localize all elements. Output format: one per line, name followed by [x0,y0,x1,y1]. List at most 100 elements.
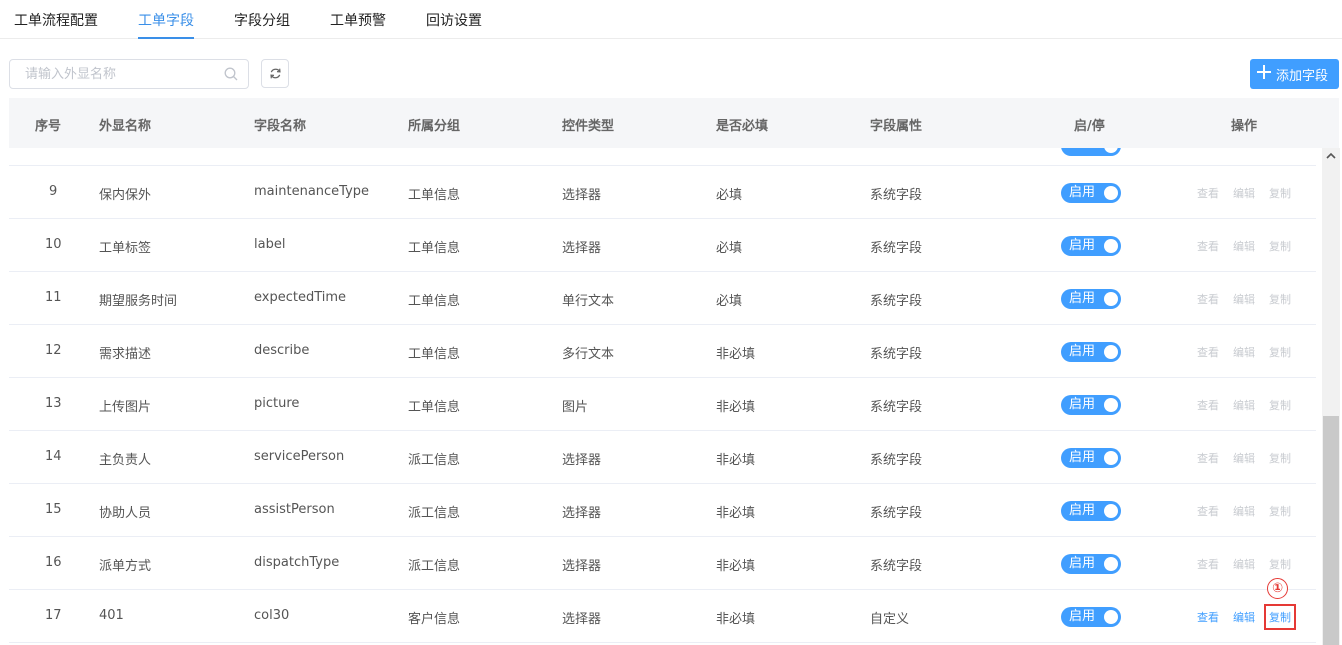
status-toggle[interactable] [1061,148,1121,156]
view-button[interactable]: 查看 [1197,450,1219,466]
cell-required: 非必填 [716,453,756,468]
edit-button[interactable]: 编辑 [1233,344,1255,360]
cell-group: 工单信息 [408,400,461,415]
status-toggle[interactable]: 启用 [1061,554,1121,574]
toggle-knob [1104,504,1118,518]
toggle-knob [1104,148,1118,153]
copy-button[interactable]: 复制 [1269,344,1291,360]
copy-button[interactable]: 复制 [1269,503,1291,519]
cell-field-name: maintenanceType [254,184,370,199]
search-box [9,59,249,89]
status-toggle-label: 启用 [1069,450,1096,465]
tab-return-visit-settings[interactable]: 回访设置 [426,10,482,39]
add-field-button[interactable]: 添加字段 [1250,59,1339,89]
cell-display-name: 需求描述 [99,347,152,362]
status-toggle[interactable]: 启用 [1061,607,1121,627]
cell-required: 必填 [716,241,743,256]
edit-button[interactable]: 编辑 [1233,291,1255,307]
cell-index: 14 [45,449,62,464]
status-toggle[interactable]: 启用 [1061,289,1121,309]
toggle-knob [1104,345,1118,359]
add-field-label: 添加字段 [1276,69,1329,84]
edit-button[interactable]: 编辑 [1233,556,1255,572]
cell-required: 必填 [716,294,743,309]
status-toggle-label: 启用 [1069,397,1096,412]
tab-work-order-fields[interactable]: 工单字段 [138,10,194,39]
edit-button[interactable]: 编辑 [1233,609,1255,625]
cell-attribute: 系统字段 [870,506,923,521]
copy-button[interactable]: 复制 [1269,291,1291,307]
view-button[interactable]: 查看 [1197,291,1219,307]
copy-button[interactable]: 复制 [1269,556,1291,572]
status-toggle[interactable]: 启用 [1061,183,1121,203]
copy-button[interactable]: 复制 [1264,604,1296,630]
toggle-knob [1104,557,1118,571]
view-button[interactable]: 查看 [1197,503,1219,519]
table-row: 15 协助人员 assistPerson 派工信息 选择器 非必填 系统字段 启用 查看 编辑… [9,484,1316,537]
cell-group: 派工信息 [408,559,461,574]
view-button[interactable]: 查看 [1197,397,1219,413]
cell-group: 派工信息 [408,506,461,521]
edit-button[interactable]: 编辑 [1233,185,1255,201]
status-toggle[interactable]: 启用 [1061,501,1121,521]
view-button[interactable]: 查看 [1197,344,1219,360]
status-toggle-label: 启用 [1069,503,1096,518]
tab-workflow-config[interactable]: 工单流程配置 [14,10,98,39]
cell-display-name: 期望服务时间 [99,294,178,309]
status-toggle[interactable]: 启用 [1061,236,1121,256]
cell-index: 11 [45,290,62,305]
cell-attribute: 系统字段 [870,188,923,203]
cell-field-name: picture [254,396,300,411]
cell-display-name: 上传图片 [99,400,152,415]
status-toggle-label: 启用 [1069,291,1096,306]
toggle-knob [1104,239,1118,253]
cell-index: 10 [45,237,62,252]
status-toggle[interactable]: 启用 [1061,395,1121,415]
cell-display-name: 401 [99,608,124,623]
scroll-up-arrow-icon[interactable] [1322,148,1340,164]
copy-button[interactable]: 复制 [1269,397,1291,413]
copy-button[interactable]: 复制 [1269,238,1291,254]
tab-work-order-alerts[interactable]: 工单预警 [330,10,386,39]
copy-button[interactable]: 复制 [1269,185,1291,201]
status-toggle[interactable]: 启用 [1061,448,1121,468]
table-row [9,148,1316,166]
cell-group: 工单信息 [408,188,461,203]
table-body: 9 保内保外 maintenanceType 工单信息 选择器 必填 系统字段 启用 查看编… [9,148,1316,645]
edit-button[interactable]: 编辑 [1233,238,1255,254]
refresh-icon [270,68,281,79]
view-button[interactable]: 查看 [1197,238,1219,254]
cell-index: 15 [45,502,62,517]
cell-index: 13 [45,396,62,411]
table-row: 9 保内保外 maintenanceType 工单信息 选择器 必填 系统字段 启用 查看编… [9,166,1316,219]
status-toggle-label: 启用 [1069,556,1096,571]
table-row: 17 401 col30 客户信息 选择器 非必填 自定义 启用 查看 编辑 复制 [9,590,1316,643]
col-required: 是否必填 [716,119,769,134]
col-display-name: 外显名称 [99,119,152,134]
table-row: 10 工单标签 label 工单信息 选择器 必填 系统字段 启用 查看 编辑 复制 [9,219,1316,272]
status-toggle[interactable]: 启用 [1061,342,1121,362]
cell-attribute: 系统字段 [870,453,923,468]
status-toggle-label: 启用 [1069,344,1096,359]
copy-button[interactable]: 复制 [1269,450,1291,466]
cell-field-name: expectedTime [254,290,347,305]
search-input[interactable] [25,60,225,88]
cell-group: 工单信息 [408,294,461,309]
view-button[interactable]: 查看 [1197,609,1219,625]
col-group: 所属分组 [408,119,461,134]
edit-button[interactable]: 编辑 [1233,503,1255,519]
tab-field-groups[interactable]: 字段分组 [234,10,290,39]
scrollbar-thumb[interactable] [1323,416,1339,645]
view-button[interactable]: 查看 [1197,185,1219,201]
edit-button[interactable]: 编辑 [1233,450,1255,466]
search-icon[interactable] [224,67,238,81]
toggle-knob [1104,610,1118,624]
refresh-button[interactable] [261,59,289,88]
cell-attribute: 系统字段 [870,347,923,362]
col-attribute: 字段属性 [870,119,923,134]
cell-display-name: 协助人员 [99,506,152,521]
status-toggle-label: 启用 [1069,238,1096,253]
view-button[interactable]: 查看 [1197,556,1219,572]
edit-button[interactable]: 编辑 [1233,397,1255,413]
col-field-name: 字段名称 [254,119,307,134]
